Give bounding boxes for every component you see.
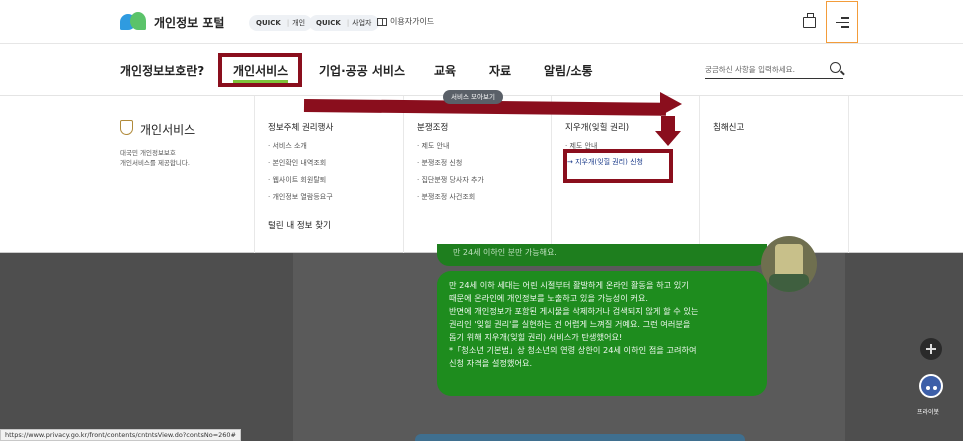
column-divider: [551, 96, 552, 253]
annotation-highlight-link: [563, 149, 673, 183]
menu-link-website-withdrawal[interactable]: · 웹사이트 회원탈퇴: [268, 175, 326, 185]
sitemap-button[interactable]: 서비스 모아보기: [443, 90, 503, 104]
annotation-highlight-nav: [218, 53, 302, 87]
nav-item-about[interactable]: 개인정보보호란?: [120, 62, 204, 79]
menu-link-dispute-lookup[interactable]: · 분쟁조정 사건조회: [417, 192, 475, 202]
browser-status-url: https://www.privacy.go.kr/front/contents…: [0, 429, 241, 441]
menu-link-dispute-guide[interactable]: · 제도 안내: [417, 141, 449, 151]
menu-link-identity-history[interactable]: · 본인확인 내역조회: [268, 158, 326, 168]
menu-link-service-intro[interactable]: · 서비스 소개: [268, 141, 307, 151]
all-menu-button[interactable]: [826, 1, 858, 43]
menu-heading-infringement-report[interactable]: 침해신고: [713, 121, 744, 133]
logo-text: 개인정보 포털: [154, 15, 225, 30]
column-divider: [254, 96, 255, 253]
search-icon[interactable]: [830, 62, 841, 73]
book-icon: [377, 17, 387, 26]
nav-item-business-services[interactable]: 기업·공공 서비스: [319, 62, 405, 79]
menu-heading-rights[interactable]: 정보주체 권리행사: [268, 121, 333, 133]
nav-item-resources[interactable]: 자료: [489, 62, 511, 79]
nav-item-notices[interactable]: 알림/소통: [544, 62, 593, 79]
shield-icon: [120, 120, 133, 135]
portal-logo[interactable]: 개인정보 포털: [120, 11, 224, 33]
top-header: 개인정보 포털 QUICK | 개인 QUICK | 사업자 이용자가이드: [0, 0, 963, 44]
plus-icon[interactable]: [920, 338, 942, 360]
user-guide-link[interactable]: 이용자가이드: [377, 16, 434, 27]
column-divider: [848, 96, 849, 253]
dropdown-description: 대국민 개인정보보호 개인서비스를 제공합니다.: [120, 149, 190, 167]
mascot-avatar: [761, 236, 817, 292]
pribot-chatbot-button[interactable]: [915, 374, 947, 404]
column-divider: [403, 96, 404, 253]
menu-heading-eraser[interactable]: 지우개(잊힐 권리): [565, 121, 629, 133]
quick-business-button[interactable]: QUICK | 사업자: [309, 15, 379, 31]
bottom-button-partial[interactable]: [415, 434, 745, 441]
quick-personal-button[interactable]: QUICK | 개인: [249, 15, 313, 31]
briefcase-icon[interactable]: [803, 13, 816, 28]
chat-bubble-partial: 만 24세 이하인 분만 가능해요.: [437, 244, 767, 266]
pribot-label: 프라이봇: [917, 409, 940, 416]
chat-bubble: 만 24세 이하 세대는 어린 시절부터 활발하게 온라인 활동을 하고 있기 …: [437, 271, 767, 396]
menu-heading-leaked-info[interactable]: 털린 내 정보 찾기: [268, 219, 331, 231]
menu-link-collective-dispute[interactable]: · 집단분쟁 당사자 추가: [417, 175, 484, 185]
mega-menu-dropdown: 개인서비스 대국민 개인정보보호 개인서비스를 제공합니다. 정보주체 권리행사…: [0, 96, 963, 253]
menu-link-info-access-request[interactable]: · 개인정보 열람등요구: [268, 192, 333, 202]
search-box: [705, 57, 843, 79]
column-divider: [699, 96, 700, 253]
dropdown-title: 개인서비스: [140, 123, 196, 137]
nav-item-education[interactable]: 교육: [434, 62, 456, 79]
annotation-arrow-head: [660, 92, 682, 116]
menu-link-dispute-apply[interactable]: · 분쟁조정 신청: [417, 158, 462, 168]
robot-icon: [919, 374, 943, 398]
menu-heading-dispute[interactable]: 분쟁조정: [417, 121, 448, 133]
search-input[interactable]: [705, 59, 817, 74]
hamburger-icon: [836, 17, 849, 28]
annotation-arrow-down-head: [655, 131, 681, 146]
logo-mark-icon: [120, 11, 148, 33]
annotation-arrow-down: [661, 116, 675, 132]
